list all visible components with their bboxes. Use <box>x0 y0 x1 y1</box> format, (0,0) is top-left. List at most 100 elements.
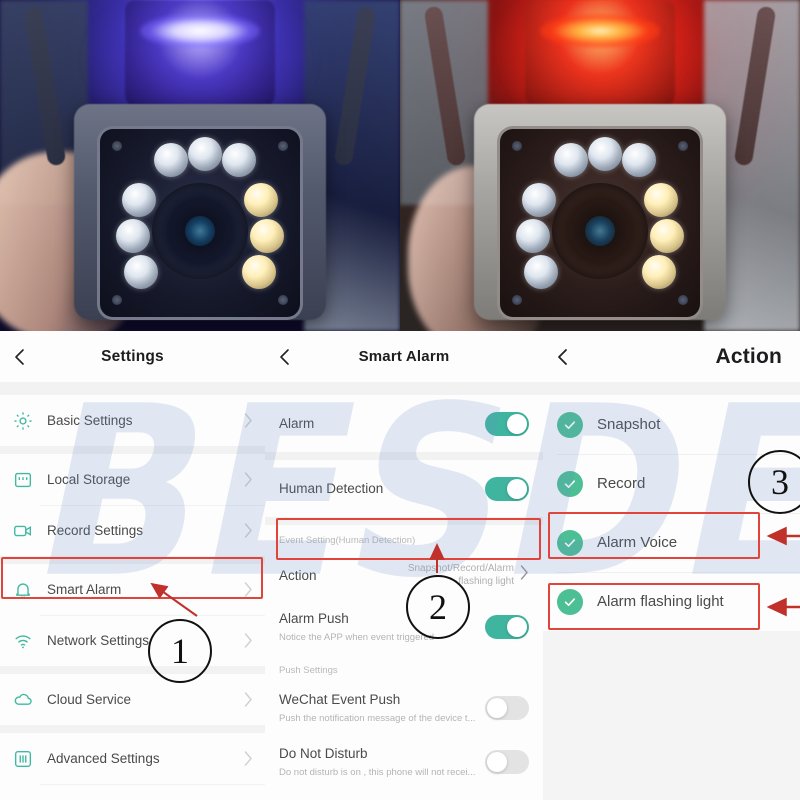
back-chevron-left-icon[interactable] <box>552 346 574 368</box>
action-option-record[interactable]: Record <box>543 454 800 513</box>
alarm-push-toggle[interactable] <box>485 615 529 639</box>
video-icon <box>12 520 34 542</box>
row-human-detection[interactable]: Human Detection <box>265 460 543 517</box>
settings-group-5: Advanced Settings About New Version <box>0 733 265 800</box>
led-top-1 <box>154 143 188 177</box>
led-left-2 <box>516 219 550 253</box>
event-section-header: Event Setting(Human Detection) <box>265 525 543 551</box>
camera-faceplate <box>97 126 303 320</box>
chevron-right-icon <box>244 472 253 487</box>
led-right-1 <box>244 183 278 217</box>
section-gap <box>0 666 265 674</box>
page-title: Settings <box>101 347 164 365</box>
camera-faceplate <box>497 126 703 320</box>
led-left-1 <box>122 183 156 217</box>
led-right-2 <box>250 219 284 253</box>
action-navbar: Action <box>543 331 800 383</box>
alarm-toggle[interactable] <box>485 411 529 436</box>
page-title: Action <box>715 344 782 368</box>
row-wechat-label: WeChat Event Push <box>279 692 401 708</box>
wifi-icon <box>12 630 34 652</box>
sidebar-item-cloud-service[interactable]: Cloud Service <box>0 674 265 725</box>
action-option-alarm-flashing-light[interactable]: Alarm flashing light <box>543 572 800 631</box>
wechat-push-toggle[interactable] <box>485 696 529 720</box>
human-detection-toggle[interactable] <box>485 476 529 501</box>
screw-bottom-right <box>678 295 688 305</box>
led-right-2 <box>650 219 684 253</box>
row-do-not-disturb[interactable]: Do Not Disturb Do not disturb is on , th… <box>265 735 543 789</box>
alarm-light-core <box>140 14 260 48</box>
sidebar-item-label: Advanced Settings <box>47 751 160 766</box>
row-action-label: Action <box>279 567 317 583</box>
action-option-label: Alarm flashing light <box>597 593 724 610</box>
other-section-header: Other Settings <box>265 789 543 800</box>
section-gap <box>265 517 543 525</box>
sidebar-item-local-storage[interactable]: Local Storage <box>0 454 265 505</box>
section-gap <box>0 725 265 733</box>
led-top-3 <box>622 143 656 177</box>
section-gap <box>0 383 265 395</box>
led-right-1 <box>644 183 678 217</box>
sidebar-item-label: Basic Settings <box>47 413 133 428</box>
led-left-1 <box>522 183 556 217</box>
sidebar-item-smart-alarm[interactable]: Smart Alarm <box>0 564 265 615</box>
back-chevron-left-icon[interactable] <box>274 346 296 368</box>
action-screen: Action Snapshot Record Alarm Voice Alarm… <box>543 331 800 800</box>
check-circle-icon <box>557 411 583 438</box>
sliders-icon <box>12 748 34 770</box>
screw-top-right <box>678 141 688 151</box>
sidebar-item-about[interactable]: About New Version <box>0 784 265 800</box>
row-alarm-label: Alarm <box>279 416 315 431</box>
chevron-right-icon <box>244 692 253 707</box>
action-option-label: Record <box>597 475 646 492</box>
check-circle-icon <box>557 588 583 615</box>
led-right-3 <box>242 255 276 289</box>
sidebar-item-network-settings[interactable]: Network Settings <box>0 615 265 666</box>
row-alarm[interactable]: Alarm <box>265 395 543 452</box>
action-option-alarm-voice[interactable]: Alarm Voice <box>543 513 800 572</box>
page-title: Smart Alarm <box>358 348 450 365</box>
led-left-2 <box>116 219 150 253</box>
chevron-right-icon <box>244 582 253 597</box>
smart-alarm-screen: Smart Alarm Alarm Human Detection Event … <box>265 331 543 800</box>
section-gap <box>265 383 543 395</box>
section-gap <box>265 452 543 460</box>
sidebar-item-label: Record Settings <box>47 523 144 538</box>
push-section-header: Push Settings <box>265 655 543 681</box>
action-option-snapshot[interactable]: Snapshot <box>543 395 800 454</box>
sdcard-icon <box>12 469 34 491</box>
camera-lens <box>552 183 648 279</box>
section-gap <box>543 383 800 395</box>
settings-group-3: Smart Alarm Network Settings <box>0 564 265 666</box>
section-gap <box>0 556 265 564</box>
smart-alarm-navbar: Smart Alarm <box>265 331 543 383</box>
human-detection-group: Human Detection <box>265 460 543 517</box>
screw-top-left <box>112 141 122 151</box>
row-dnd-label: Do Not Disturb <box>279 746 368 762</box>
back-chevron-left-icon[interactable] <box>9 346 31 368</box>
sidebar-item-label: Local Storage <box>47 472 131 487</box>
led-right-3 <box>642 255 676 289</box>
chevron-right-icon <box>244 751 253 766</box>
row-action[interactable]: Action Snapshot/Record/Alarm flashing li… <box>265 551 543 599</box>
row-wechat-subtitle: Push the notification message of the dev… <box>279 713 476 725</box>
row-wechat-event-push[interactable]: WeChat Event Push Push the notification … <box>265 681 543 735</box>
settings-navbar: Settings <box>0 331 265 383</box>
settings-group-2: Local Storage Record Settings <box>0 454 265 556</box>
sidebar-item-basic-settings[interactable]: Basic Settings <box>0 395 265 446</box>
row-alarm-push-subtitle: Notice the APP when event triggered <box>279 632 435 644</box>
row-action-value: Snapshot/Record/Alarm flashing light <box>407 563 514 587</box>
product-photo-strip <box>0 0 800 331</box>
led-top-3 <box>222 143 256 177</box>
app-screens: Settings Basic Settings Local Storage Re… <box>0 331 800 800</box>
sidebar-item-advanced-settings[interactable]: Advanced Settings <box>0 733 265 784</box>
chevron-right-icon <box>244 633 253 648</box>
row-alarm-push[interactable]: Alarm Push Notice the APP when event tri… <box>265 599 543 655</box>
sidebar-item-record-settings[interactable]: Record Settings <box>0 505 265 556</box>
settings-group-4: Cloud Service <box>0 674 265 725</box>
cloud-icon <box>12 689 34 711</box>
settings-screen: Settings Basic Settings Local Storage Re… <box>0 331 265 800</box>
bell-icon <box>12 579 34 601</box>
do-not-disturb-toggle[interactable] <box>485 750 529 774</box>
row-alarm-push-label: Alarm Push <box>279 611 349 627</box>
